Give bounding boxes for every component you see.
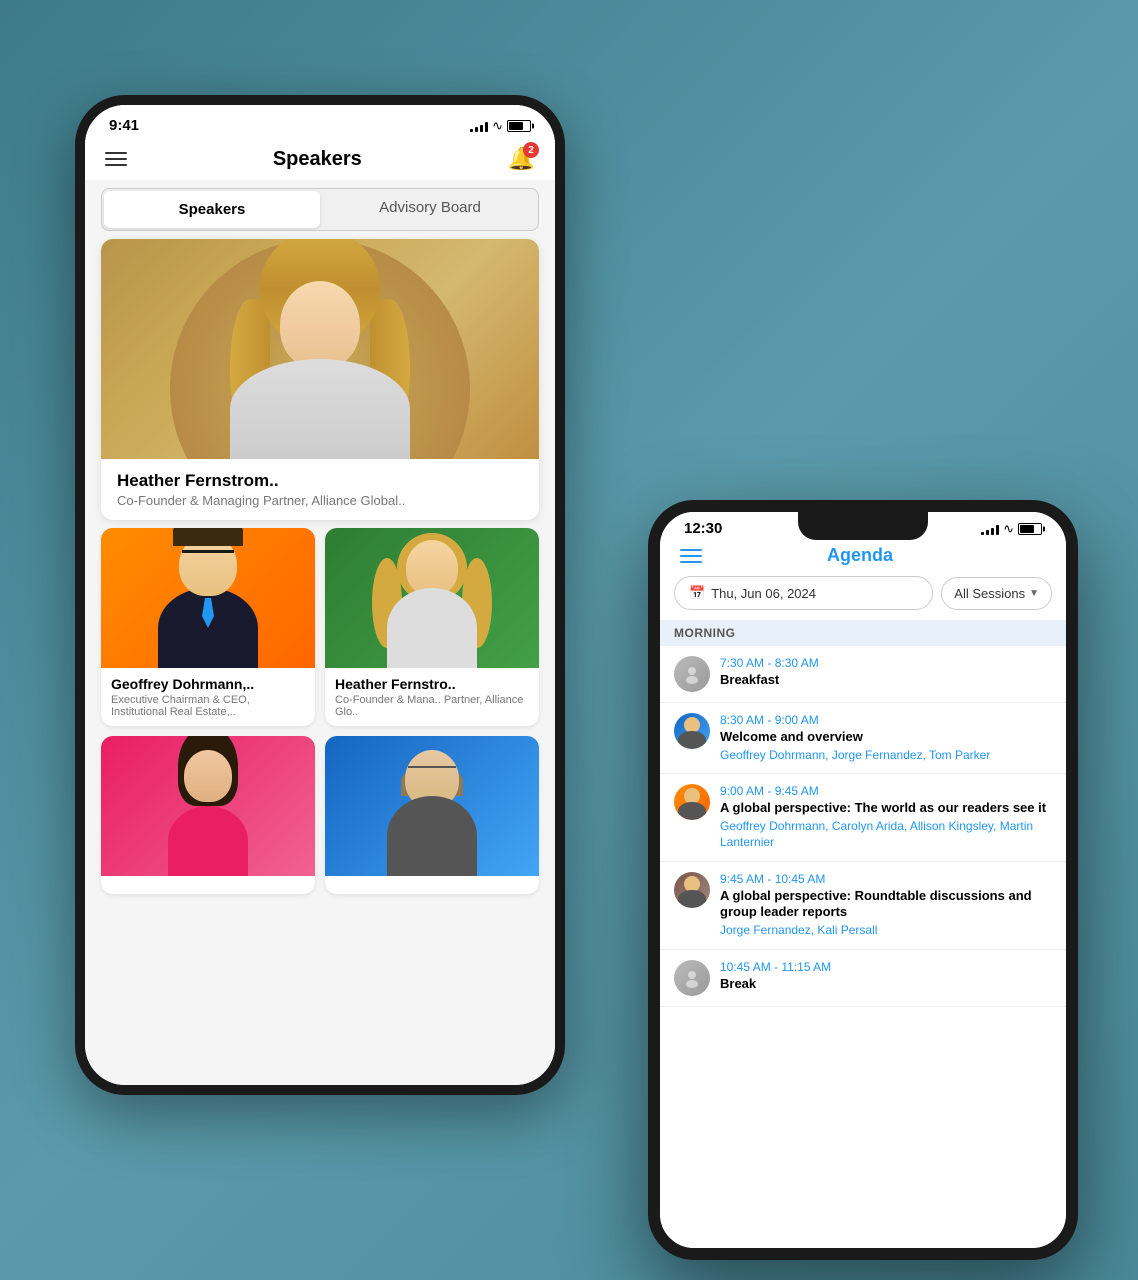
agenda-title: Agenda (827, 545, 893, 566)
speakers-tabs: Speakers Advisory Board (101, 188, 539, 231)
speakers-app-bar: Speakers 🔔 2 (85, 138, 555, 180)
speaker-name-1: Geoffrey Dohrmann,.. (111, 676, 305, 692)
notification-badge: 2 (523, 142, 539, 158)
featured-speaker-name: Heather Fernstrom.. (117, 471, 523, 491)
global-time: 9:00 AM - 9:45 AM (720, 784, 1052, 798)
phone-notch (798, 512, 928, 540)
welcome-speakers: Geoffrey Dohrmann, Jorge Fernandez, Tom … (720, 748, 1052, 764)
speaker-card-4[interactable] (325, 736, 539, 894)
date-filter-button[interactable]: 📅 Thu, Jun 06, 2024 (674, 576, 933, 610)
morning-section-header: MORNING (660, 620, 1066, 646)
back-phone-status-bar: 9:41 ∿ (85, 105, 555, 138)
speaker-image-4 (325, 736, 539, 876)
global-title: A global perspective: The world as our r… (720, 800, 1052, 817)
battery-icon (507, 120, 531, 132)
agenda-item-break[interactable]: 10:45 AM - 11:15 AM Break (660, 950, 1066, 1007)
global-avatar (674, 784, 710, 820)
front-wifi-icon: ∿ (1003, 521, 1014, 537)
dropdown-arrow-icon: ▼ (1029, 588, 1039, 599)
speaker-name-2: Heather Fernstro.. (335, 676, 529, 692)
featured-speaker-image (101, 239, 539, 459)
break-time: 10:45 AM - 11:15 AM (720, 960, 1052, 974)
front-status-icons: ∿ (981, 521, 1042, 537)
speaker-image-2 (325, 528, 539, 668)
notification-button[interactable]: 🔔 2 (508, 146, 535, 172)
break-person-icon (682, 968, 702, 988)
speaker-card-2[interactable]: Heather Fernstro.. Co-Founder & Mana.. P… (325, 528, 539, 726)
tab-speakers[interactable]: Speakers (104, 191, 320, 228)
hamburger-icon[interactable] (105, 152, 127, 166)
calendar-icon: 📅 (689, 585, 705, 601)
tab-advisory-board[interactable]: Advisory Board (322, 189, 538, 230)
breakfast-time: 7:30 AM - 8:30 AM (720, 656, 1052, 670)
roundtable-time: 9:45 AM - 10:45 AM (720, 872, 1052, 886)
back-status-icons: ∿ (470, 118, 531, 134)
speaker-image-3 (101, 736, 315, 876)
speaker-card-1[interactable]: Geoffrey Dohrmann,.. Executive Chairman … (101, 528, 315, 726)
front-signal-icon (981, 523, 999, 535)
sessions-dropdown[interactable]: All Sessions ▼ (941, 577, 1052, 610)
speaker-title-2: Co-Founder & Mana.. Partner, Alliance Gl… (335, 694, 529, 718)
featured-speaker-card[interactable]: Heather Fernstrom.. Co-Founder & Managin… (101, 239, 539, 520)
agenda-item-global[interactable]: 9:00 AM - 9:45 AM A global perspective: … (660, 774, 1066, 861)
speakers-title: Speakers (273, 148, 362, 171)
sessions-label: All Sessions (954, 586, 1025, 601)
agenda-hamburger-icon[interactable] (680, 549, 702, 563)
person-icon (682, 664, 702, 684)
agenda-item-welcome[interactable]: 8:30 AM - 9:00 AM Welcome and overview G… (660, 703, 1066, 774)
agenda-phone: 12:30 ∿ Agenda (648, 500, 1078, 1260)
roundtable-title: A global perspective: Roundtable discuss… (720, 888, 1052, 922)
front-time: 12:30 (684, 520, 722, 537)
back-time: 9:41 (109, 117, 139, 134)
speaker-card-3[interactable] (101, 736, 315, 894)
featured-speaker-title: Co-Founder & Managing Partner, Alliance … (117, 493, 523, 508)
roundtable-avatar (674, 872, 710, 908)
breakfast-title: Breakfast (720, 672, 1052, 689)
welcome-time: 8:30 AM - 9:00 AM (720, 713, 1052, 727)
agenda-list: 7:30 AM - 8:30 AM Breakfast 8:30 AM - 9:… (660, 646, 1066, 1007)
global-speakers: Geoffrey Dohrmann, Carolyn Arida, Alliso… (720, 819, 1052, 850)
date-filter-row: 📅 Thu, Jun 06, 2024 All Sessions ▼ (660, 576, 1066, 620)
front-battery-icon (1018, 523, 1042, 535)
agenda-item-breakfast[interactable]: 7:30 AM - 8:30 AM Breakfast (660, 646, 1066, 703)
date-label: Thu, Jun 06, 2024 (711, 586, 816, 601)
break-avatar (674, 960, 710, 996)
agenda-item-roundtable[interactable]: 9:45 AM - 10:45 AM A global perspective:… (660, 862, 1066, 950)
wifi-icon: ∿ (492, 118, 503, 134)
speakers-phone: 9:41 ∿ Speakers (75, 95, 565, 1095)
speaker-title-1: Executive Chairman & CEO, Institutional … (111, 694, 305, 718)
speakers-grid: Geoffrey Dohrmann,.. Executive Chairman … (101, 528, 539, 894)
break-title: Break (720, 976, 1052, 993)
welcome-avatar (674, 713, 710, 749)
breakfast-avatar (674, 656, 710, 692)
agenda-app-bar: Agenda (660, 539, 1066, 576)
roundtable-speakers: Jorge Fernandez, Kali Persall (720, 923, 1052, 939)
welcome-title: Welcome and overview (720, 729, 1052, 746)
speaker-image-1 (101, 528, 315, 668)
signal-icon (470, 120, 488, 132)
